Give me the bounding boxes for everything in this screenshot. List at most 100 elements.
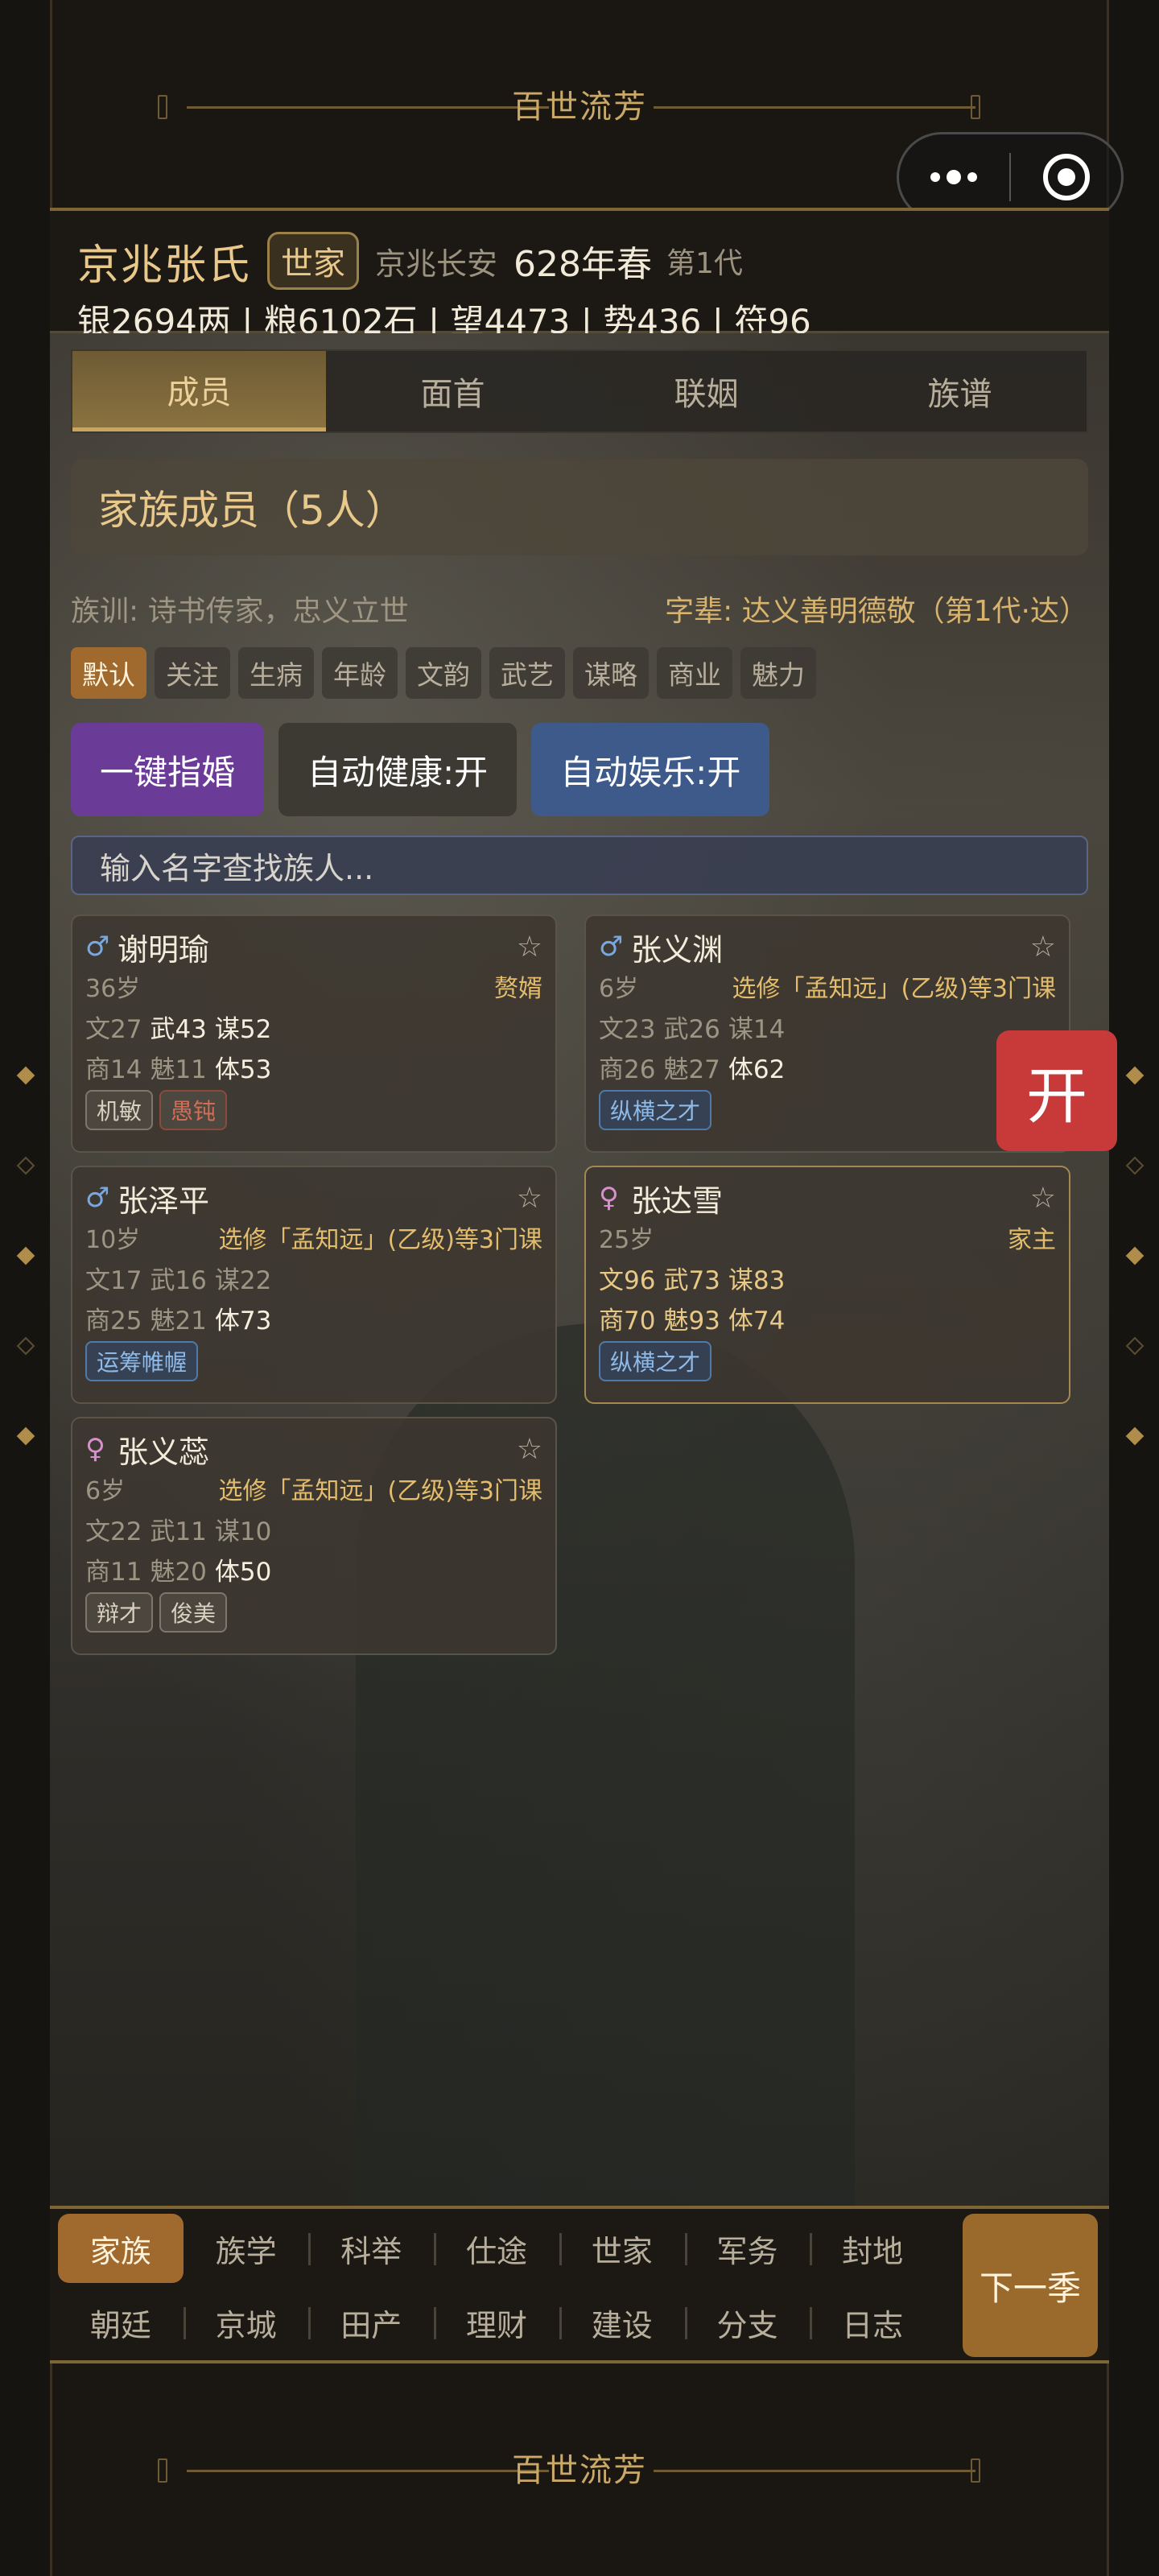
tab-genealogy[interactable]: 族谱 (833, 351, 1087, 431)
stat-mou: 谋52 (214, 1014, 272, 1044)
trait-tag: 愚钝 (159, 1090, 228, 1130)
star-outline-icon[interactable]: ☆ (517, 1182, 542, 1215)
stat-mou: 谋22 (214, 1265, 272, 1295)
stat-mou: 谋10 (214, 1517, 272, 1546)
trait-tag: 机敏 (85, 1090, 154, 1130)
action-row: 一键指婚 自动健康:开 自动娱乐:开 (71, 723, 770, 816)
nav-exam[interactable]: 科举 (308, 2214, 434, 2283)
stat-mei: 魅93 (663, 1306, 720, 1335)
nav-fief[interactable]: 封地 (810, 2214, 935, 2283)
generation-names: 字辈: 达义善明德敬（第1代·达） (665, 595, 1088, 628)
nav-farmland[interactable]: 田产 (308, 2288, 434, 2357)
auto-marry-button[interactable]: 一键指婚 (71, 723, 265, 816)
nav-military[interactable]: 军务 (684, 2214, 810, 2283)
star-outline-icon[interactable]: ☆ (517, 931, 542, 964)
stat-shang: 商26 (599, 1055, 656, 1084)
member-search-input[interactable]: 输入名字查找族人... (71, 836, 1088, 895)
more-dots-icon[interactable] (899, 170, 1009, 184)
bottom-banner: 百世流芳 (50, 2363, 1109, 2573)
member-card[interactable]: ♂ 谢明瑜 ☆ 36岁 赘婿 文27 武43 谋52 商14 魅11 体53 机… (71, 914, 557, 1153)
star-outline-icon[interactable]: ☆ (1030, 1182, 1056, 1215)
stat-mei: 魅11 (150, 1055, 207, 1084)
stat-ti: 体73 (214, 1306, 272, 1335)
current-year: 628年春 (514, 244, 653, 285)
filter-strategy[interactable]: 谋略 (573, 647, 649, 699)
nav-school[interactable]: 族学 (184, 2214, 309, 2283)
stat-ti: 体74 (728, 1306, 786, 1335)
bottom-navigation: 家族 族学 科举 仕途 世家 军务 封地 朝廷 京城 田产 理财 建设 分支 日… (50, 2206, 1109, 2363)
nav-career[interactable]: 仕途 (434, 2214, 559, 2283)
member-note: 选修「孟知远」(乙级)等3门课 (732, 975, 1057, 1003)
next-season-button[interactable]: 下一季 (963, 2214, 1098, 2357)
filter-bar: 默认 关注 生病 年龄 文韵 武艺 谋略 商业 魅力 (71, 647, 816, 699)
nav-capital[interactable]: 京城 (183, 2288, 309, 2357)
open-float-button[interactable]: 开 (996, 1030, 1117, 1151)
member-note: 选修「孟知远」(乙级)等3门课 (218, 1226, 543, 1254)
filter-literature[interactable]: 文韵 (406, 647, 481, 699)
member-note: 赘婿 (494, 975, 542, 1003)
nav-row-1: 家族 族学 科举 仕途 世家 军务 封地 (58, 2214, 935, 2283)
member-card[interactable]: ♂ 张泽平 ☆ 10岁 选修「孟知远」(乙级)等3门课 文17 武16 谋22 … (71, 1166, 557, 1404)
tab-mianshou[interactable]: 面首 (326, 351, 580, 431)
stat-wen: 文23 (599, 1014, 656, 1044)
auto-fun-toggle[interactable]: 自动娱乐:开 (531, 723, 770, 816)
filter-commerce[interactable]: 商业 (657, 647, 732, 699)
nav-court[interactable]: 朝廷 (58, 2288, 184, 2357)
clan-header: 京兆张氏 世家 京兆长安 628年春 第1代 银2694两 | 粮6102石 |… (50, 208, 1109, 341)
male-icon: ♂ (599, 931, 624, 963)
banner-line-right (654, 106, 975, 109)
nav-clan[interactable]: 家族 (58, 2214, 184, 2283)
nav-families[interactable]: 世家 (559, 2214, 685, 2283)
stat-shang: 商70 (599, 1306, 656, 1335)
star-outline-icon[interactable]: ☆ (1030, 931, 1056, 964)
trait-tag: 纵横之才 (599, 1341, 712, 1381)
banner-line-right (654, 2470, 975, 2472)
member-card[interactable]: ♀ 张义蕊 ☆ 6岁 选修「孟知远」(乙级)等3门课 文22 武11 谋10 商… (71, 1417, 557, 1655)
nav-finance[interactable]: 理财 (434, 2288, 559, 2357)
stat-wu: 武26 (663, 1014, 720, 1044)
member-age: 36岁 (85, 975, 141, 1003)
filter-martial[interactable]: 武艺 (489, 647, 565, 699)
auto-health-toggle[interactable]: 自动健康:开 (278, 723, 518, 816)
stat-ti: 体62 (728, 1055, 786, 1084)
nav-log[interactable]: 日志 (810, 2288, 935, 2357)
tab-members[interactable]: 成员 (72, 351, 326, 431)
stat-shang: 商25 (85, 1306, 142, 1335)
tab-marriage[interactable]: 联姻 (580, 351, 833, 431)
tab-bar: 成员 面首 联姻 族谱 (71, 349, 1088, 433)
filter-age[interactable]: 年龄 (322, 647, 398, 699)
target-close-icon[interactable] (1011, 154, 1121, 200)
member-age: 10岁 (85, 1226, 141, 1254)
stat-mou: 谋83 (728, 1265, 786, 1295)
member-name: 张义渊 (631, 931, 724, 968)
stat-ti: 体53 (214, 1055, 272, 1084)
stat-wen: 文17 (85, 1265, 142, 1295)
member-name: 张达雪 (631, 1183, 724, 1219)
nav-branches[interactable]: 分支 (684, 2288, 810, 2357)
member-age: 25岁 (599, 1226, 654, 1254)
stat-wu: 武43 (150, 1014, 207, 1044)
clan-name: 京兆张氏 (77, 241, 252, 290)
banner-title: 百世流芳 (512, 89, 647, 126)
member-card-leader[interactable]: ♀ 张达雪 ☆ 25岁 家主 文96 武73 谋83 商70 魅93 体74 纵… (584, 1166, 1070, 1404)
member-name: 谢明瑜 (118, 931, 210, 968)
clan-rank-badge: 世家 (267, 232, 360, 290)
filter-sick[interactable]: 生病 (238, 647, 314, 699)
banner-title: 百世流芳 (512, 2452, 647, 2489)
filter-follow[interactable]: 关注 (155, 647, 230, 699)
star-outline-icon[interactable]: ☆ (517, 1433, 542, 1466)
stat-wen: 文96 (599, 1265, 656, 1295)
stat-shang: 商14 (85, 1055, 142, 1084)
nav-construction[interactable]: 建设 (559, 2288, 685, 2357)
banner-cap-right (971, 95, 980, 119)
stat-wu: 武73 (663, 1265, 720, 1295)
male-icon: ♂ (85, 1182, 110, 1214)
member-age: 6岁 (85, 1477, 126, 1505)
member-note: 家主 (1008, 1226, 1056, 1254)
trait-tag: 运筹帷幄 (85, 1341, 199, 1381)
filter-default[interactable]: 默认 (71, 647, 146, 699)
clan-location: 京兆长安 (375, 246, 498, 282)
generation-label: 第1代 (666, 247, 743, 280)
stat-wen: 文27 (85, 1014, 142, 1044)
filter-charm[interactable]: 魅力 (740, 647, 816, 699)
